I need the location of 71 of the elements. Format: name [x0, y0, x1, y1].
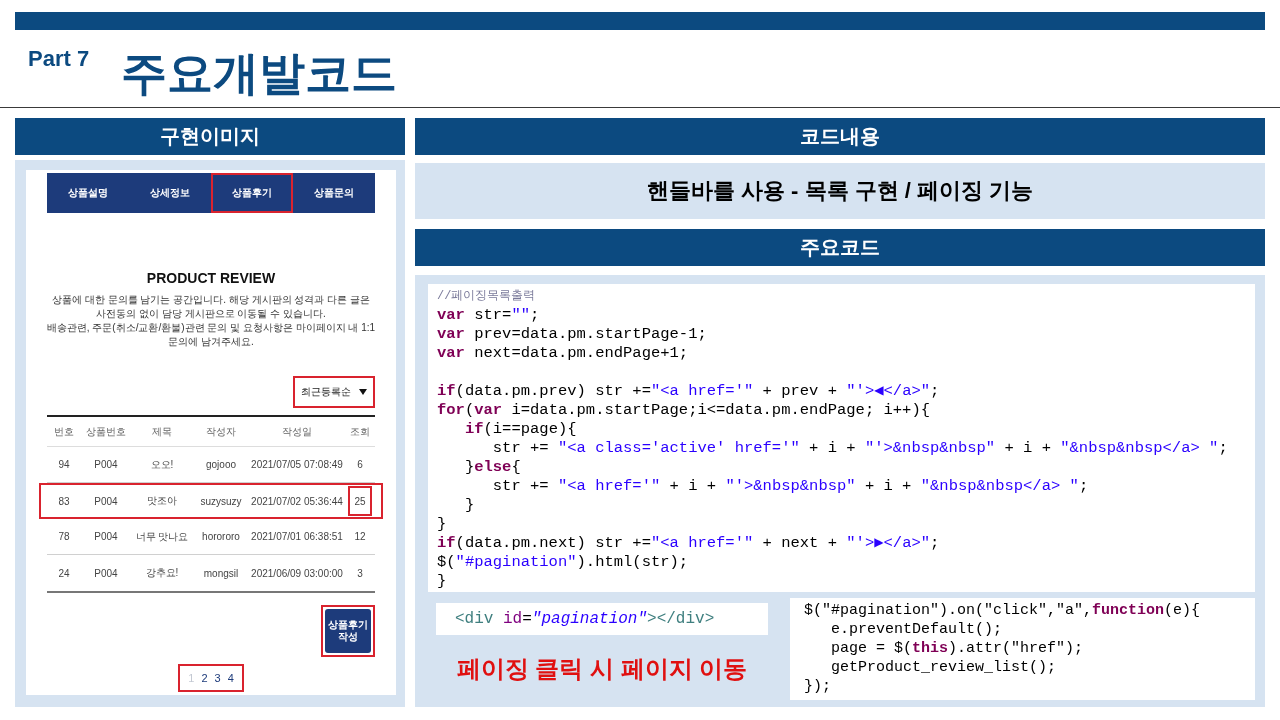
table-cell-text: 6	[356, 458, 364, 472]
table-cell-text: 94	[57, 459, 71, 470]
code-line: if(data.pm.prev) str +="<a href='" + prev + "'>◀</a>";	[437, 382, 941, 401]
nav-tab[interactable]: 상품설명	[47, 173, 129, 213]
table-cell: 25	[348, 486, 372, 516]
table-cell-text: P004	[93, 567, 119, 579]
column-header: 작성자	[205, 424, 237, 439]
sort-dropdown[interactable]: 최근등록순	[293, 376, 375, 408]
table-cell-text: 24	[57, 567, 71, 579]
table-cell-text: 12	[353, 530, 367, 544]
code-line: if(i==page){	[463, 420, 578, 439]
code-line: getProduct_review_list();	[830, 658, 1058, 677]
code-line: }	[463, 496, 476, 515]
table-cell-text: 83	[57, 495, 71, 507]
write-review-button[interactable]: 상품후기작성	[325, 609, 371, 653]
column-header: 번호	[53, 424, 75, 439]
column-header: 제목	[151, 424, 173, 439]
code-line: if(data.pm.next) str +="<a href='" + next + "'>▶</a>";	[437, 534, 941, 553]
table-cell-text: P004	[93, 459, 119, 470]
table-cell-text: mongsil	[202, 567, 240, 579]
code-line: var str="";	[437, 306, 541, 325]
nav-tab[interactable]: 상품문의	[293, 173, 375, 213]
code-line: str += "<a class='active' href='" + i + "'>&nbsp&nbsp" + i + "&nbsp&nbsp</a> ";	[491, 439, 1229, 458]
table-cell-text: 너무 맛나요	[134, 529, 190, 544]
table-cell-text: horororo	[201, 531, 241, 542]
section-header: 구현이미지	[15, 118, 405, 155]
summary-banner: 핸들바를 사용 - 목록 구현 / 페이징 기능	[415, 163, 1265, 219]
section-header: 코드내용	[415, 118, 1265, 155]
table-cell-text: P004	[93, 531, 119, 542]
code-line: }	[437, 572, 448, 591]
part-label: Part 7	[28, 46, 90, 72]
page-link[interactable]: 3	[214, 672, 221, 684]
table-cell-text: 맛조아	[146, 494, 178, 508]
page-link[interactable]: 2	[201, 672, 208, 684]
column-header: 상품번호	[85, 424, 127, 439]
table-cell-text: 2021/07/01 06:38:51	[250, 531, 344, 542]
column-header: 조회	[349, 424, 371, 439]
nav-tab[interactable]: 상품후기	[211, 173, 293, 213]
code-line: $("#pagination").html(str);	[437, 553, 690, 572]
notice-text: 배송관련, 주문(취소/교환/환불)관련 문의 및 요청사항은 마이페이지 내 1:1 문의에 남겨주세요.	[45, 321, 377, 349]
code-line: e.preventDefault();	[830, 620, 1004, 639]
table-cell-text: 2021/06/09 03:00:00	[250, 567, 344, 579]
code-line: $("#pagination").on("click","a",function(e){	[804, 601, 1202, 620]
table-cell-text: 3	[356, 566, 364, 581]
code-line: page = $(this).attr("href");	[830, 639, 1085, 658]
code-line: str += "<a href='" + i + "'>&nbsp&nbsp" + i + "&nbsp&nbsp</a> ";	[491, 477, 1090, 496]
code-line: //페이징목록출력	[437, 288, 537, 305]
table-cell-text: 2021/07/05 07:08:49	[250, 459, 344, 470]
section-header: 주요코드	[415, 229, 1265, 266]
column-header: 작성일	[281, 424, 313, 439]
code-line: }	[437, 515, 448, 534]
table-cell-text: 78	[57, 531, 71, 542]
nav-tab[interactable]: 상세정보	[129, 173, 211, 213]
table-cell-text: 강추요!	[144, 566, 180, 580]
caret-icon	[359, 389, 367, 395]
code-line: });	[804, 677, 832, 696]
table-cell-text: suzysuzy	[199, 495, 243, 507]
review-heading: PRODUCT REVIEW	[146, 269, 276, 288]
code-line: var prev=data.pm.startPage-1;	[437, 325, 708, 344]
code-line: var next=data.pm.endPage+1;	[437, 344, 690, 363]
table-cell-text: P004	[93, 495, 119, 507]
table-cell-text: gojooo	[205, 459, 237, 470]
table-cell-text: 2021/07/02 05:36:44	[250, 495, 344, 507]
table-cell-text: 오오!	[149, 457, 175, 472]
code-line: for(var i=data.pm.startPage;i<=data.pm.endPage; i++){	[437, 401, 931, 420]
page-link[interactable]: 4	[227, 672, 234, 684]
note-text: 페이징 클릭 시 페이지 이동	[455, 654, 749, 684]
code-snippet: <div id="pagination"></div>	[436, 603, 768, 635]
code-line: }else{	[463, 458, 522, 477]
notice-text: 상품에 대한 문의를 남기는 공간입니다. 해당 게시판의 성격과 다른 글은 사전동의 없이 담당 게시판으로 이동될 수 있습니다.	[51, 293, 371, 321]
slide-title: 주요개발코드	[121, 48, 398, 98]
